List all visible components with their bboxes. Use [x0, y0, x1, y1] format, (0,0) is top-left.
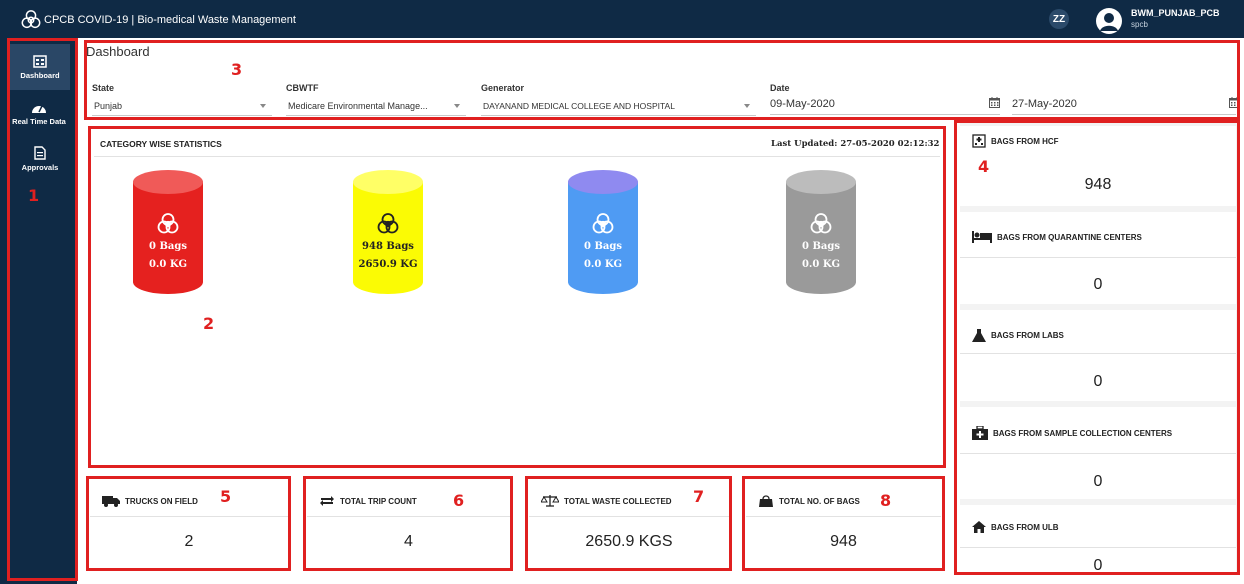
top-bar: CPCB COVID-19 | Bio-medical Waste Manage…: [0, 0, 1244, 38]
user-name[interactable]: BWM_PUNJAB_PCB: [1131, 8, 1220, 18]
annotation-box-5: [86, 476, 291, 571]
annotation-label-5: 5: [220, 487, 232, 506]
fullscreen-button[interactable]: ZZ: [1049, 9, 1069, 29]
annotation-box-8: [742, 476, 945, 571]
annotation-label-6: 6: [453, 491, 465, 510]
annotation-label-4: 4: [978, 157, 990, 176]
user-avatar-icon[interactable]: [1096, 8, 1122, 34]
annotation-box-6: [303, 476, 513, 571]
annotation-box-3: [84, 40, 1240, 120]
annotation-box-4: [954, 120, 1240, 575]
annotation-box-1: [7, 38, 78, 581]
annotation-box-2: [88, 126, 946, 468]
user-org: spcb: [1131, 20, 1148, 29]
annotation-label-1: 1: [28, 186, 40, 205]
annotation-label-8: 8: [880, 491, 892, 510]
annotation-label-3: 3: [231, 60, 243, 79]
annotation-label-7: 7: [693, 487, 705, 506]
biohazard-logo-icon: [21, 10, 41, 29]
app-title: CPCB COVID-19 | Bio-medical Waste Manage…: [44, 14, 296, 26]
annotation-label-2: 2: [203, 314, 215, 333]
